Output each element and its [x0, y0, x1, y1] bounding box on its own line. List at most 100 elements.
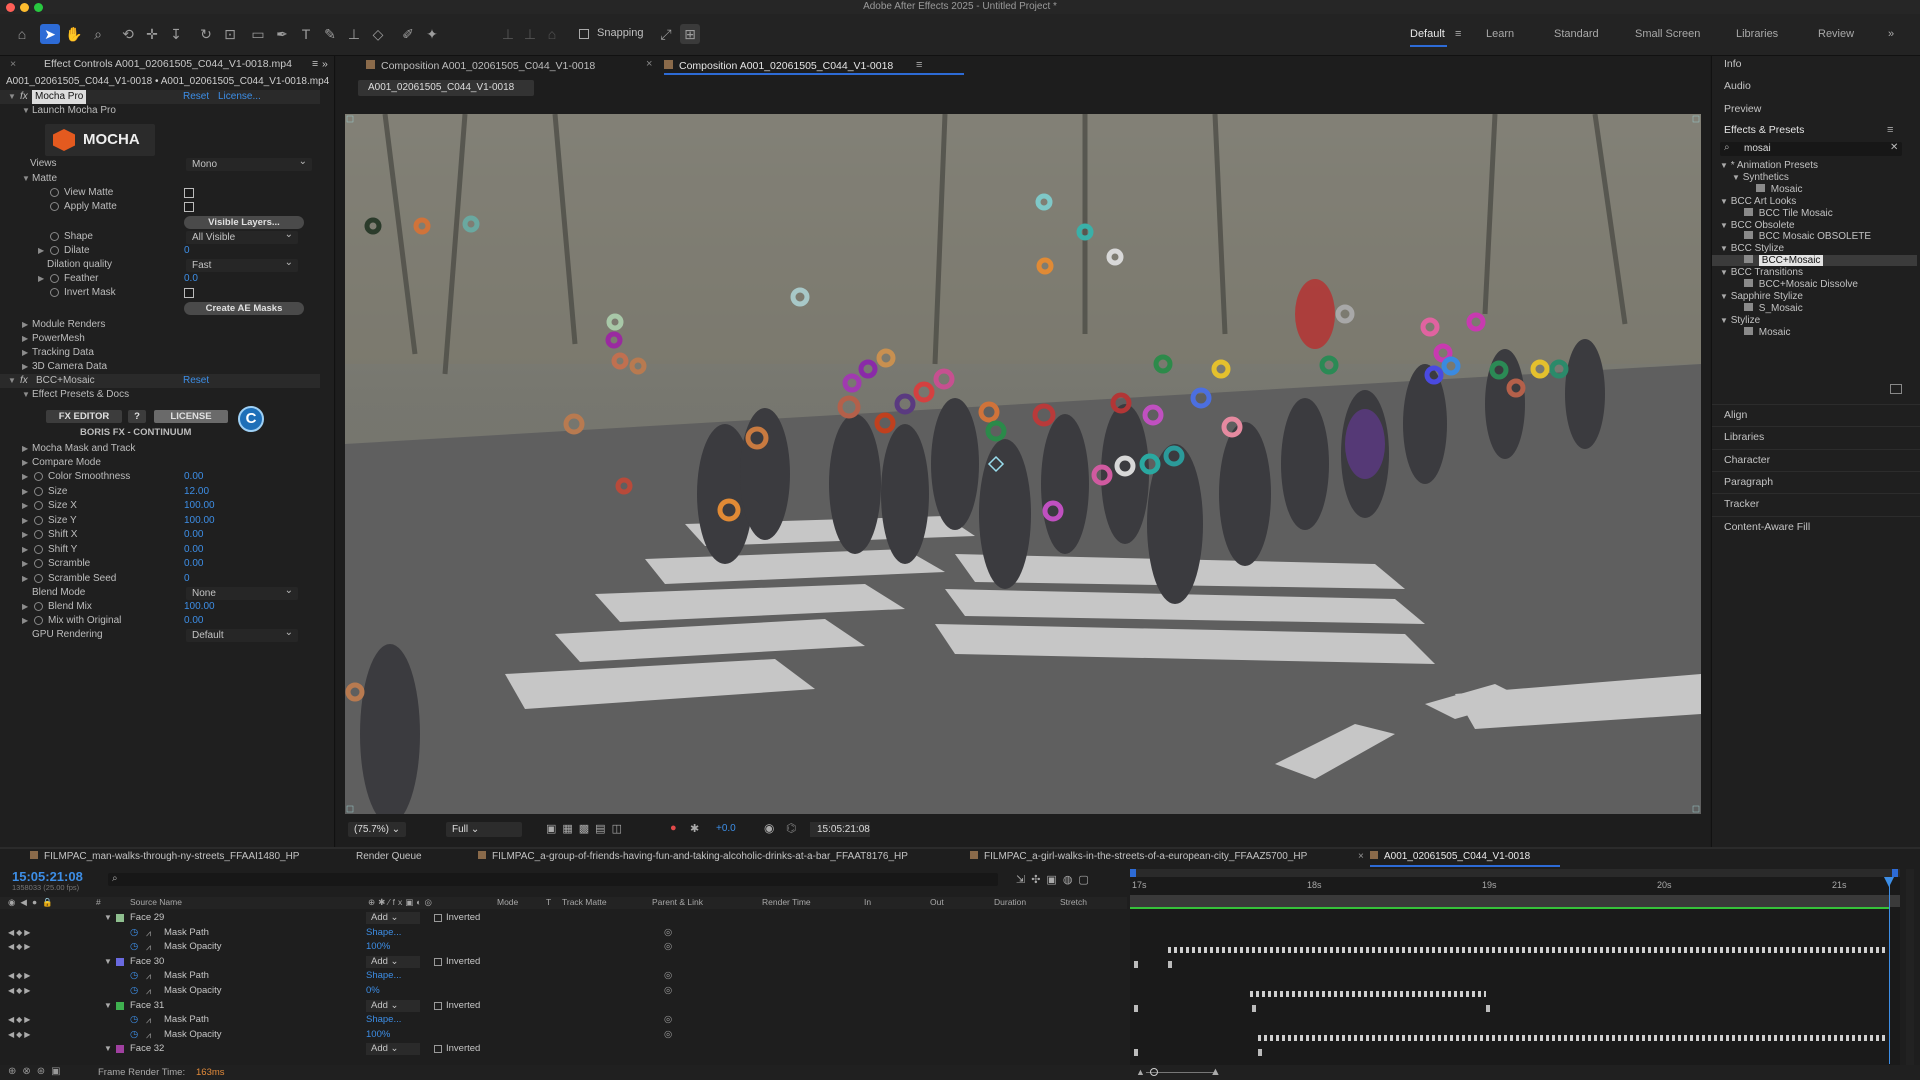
col-source-name[interactable]: Source Name: [130, 897, 182, 907]
exposure-value[interactable]: +0.0: [716, 823, 736, 834]
inverted-checkbox[interactable]: [434, 914, 442, 922]
zoom-tool-icon[interactable]: ⌕: [88, 24, 108, 44]
views-dropdown[interactable]: Mono: [186, 155, 312, 171]
inverted-checkbox[interactable]: [434, 957, 442, 966]
bcc-param-value[interactable]: 0.00: [184, 528, 203, 542]
bcc-param-value[interactable]: 0.00: [184, 470, 203, 484]
folder-arrow-icon[interactable]: ▼: [1720, 292, 1728, 301]
property-row[interactable]: ◀◆▶ ◷ ⩘ Mask Path Shape... ◎: [0, 926, 1127, 940]
rotate-tool-icon[interactable]: ↻: [196, 24, 216, 44]
effects-item[interactable]: Mosaic: [1712, 326, 1917, 338]
rectangle-tool-icon[interactable]: ▭: [248, 24, 268, 44]
create-ae-masks-button[interactable]: Create AE Masks: [184, 302, 304, 315]
effects-folder[interactable]: ▼ Sapphire Stylize: [1712, 291, 1917, 302]
view-matte-checkbox[interactable]: [184, 188, 194, 198]
stopwatch-icon[interactable]: [50, 232, 59, 241]
work-area-end[interactable]: [1892, 869, 1898, 877]
bcc-param-value[interactable]: 12.00: [184, 485, 209, 499]
keyframe-nav-icons[interactable]: ◀◆▶: [8, 926, 32, 940]
mask-mode-dropdown[interactable]: Add ⌄: [366, 912, 420, 924]
playhead-handle-icon[interactable]: [1884, 877, 1894, 887]
layer-name[interactable]: Face 32: [130, 1042, 164, 1056]
shape-dropdown[interactable]: All Visible: [186, 228, 298, 244]
bcc-effect-name[interactable]: BCC+Mosaic: [36, 374, 95, 388]
panel-header-tracker[interactable]: Tracker: [1724, 498, 1759, 510]
keyframes-mask-path-31[interactable]: [1258, 1035, 1888, 1041]
stopwatch-icon[interactable]: [34, 501, 43, 510]
stopwatch-icon[interactable]: ◷: [130, 969, 138, 983]
mocha-license-link[interactable]: License...: [218, 90, 261, 104]
brush-tool-icon[interactable]: ✎: [320, 24, 340, 44]
expand-arrow-icon[interactable]: ▶: [22, 528, 28, 542]
property-value[interactable]: 100%: [366, 1028, 390, 1042]
property-value[interactable]: Shape...: [366, 969, 401, 983]
timeline-search-box[interactable]: ⌕: [108, 873, 998, 886]
label-color-swatch[interactable]: [116, 1045, 124, 1054]
stopwatch-icon[interactable]: [50, 188, 59, 197]
axis-view-icon[interactable]: ⌂: [542, 24, 562, 44]
mask-mode-dropdown[interactable]: Add ⌄: [366, 1043, 420, 1056]
layer-name[interactable]: Face 31: [130, 999, 164, 1013]
apply-matte-checkbox[interactable]: [184, 202, 194, 212]
layer-name[interactable]: Face 29: [130, 911, 164, 925]
panel-header-align[interactable]: Align: [1724, 409, 1747, 421]
timeline-switches-icons[interactable]: ⇲✣▣◍▢: [1016, 873, 1095, 886]
timeline-tab[interactable]: Render Queue: [356, 851, 422, 862]
bcc-param-value[interactable]: 0: [184, 572, 190, 586]
blend-mode-dropdown[interactable]: None: [186, 584, 298, 600]
gpu-rendering-dropdown[interactable]: Default: [186, 626, 298, 642]
bcc-param-value[interactable]: 100.00: [184, 514, 215, 528]
stopwatch-icon[interactable]: [34, 616, 43, 625]
property-row[interactable]: ◀◆▶ ◷ ⩘ Mask Path Shape... ◎: [0, 1013, 1127, 1027]
keyframe[interactable]: [1252, 1005, 1256, 1012]
mix-original-value[interactable]: 0.00: [184, 614, 203, 628]
timeline-tab[interactable]: FILMPAC_a-group-of-friends-having-fun-an…: [478, 851, 908, 862]
zoom-window-button[interactable]: [34, 3, 43, 12]
panel-menu-icon[interactable]: ≡: [916, 59, 922, 71]
stopwatch-icon[interactable]: [34, 530, 43, 539]
invert-mask-checkbox[interactable]: [184, 288, 194, 298]
effects-item[interactable]: BCC+Mosaic Dissolve: [1712, 279, 1917, 290]
effects-item[interactable]: BCC Mosaic OBSOLETE: [1712, 231, 1917, 242]
close-tab-icon[interactable]: ×: [10, 56, 16, 73]
stopwatch-icon[interactable]: [34, 573, 43, 583]
panel-menu-icon[interactable]: ≡: [1887, 124, 1893, 136]
info-panel-header[interactable]: Info: [1724, 58, 1742, 70]
fx-icon[interactable]: fx: [20, 374, 28, 388]
panel-header-content-aware-fill[interactable]: Content-Aware Fill: [1724, 521, 1810, 533]
pan-camera-icon[interactable]: ✛: [142, 24, 162, 44]
expand-arrow-icon[interactable]: ▶: [22, 572, 28, 586]
eraser-tool-icon[interactable]: ◇: [368, 24, 388, 44]
property-value[interactable]: 0%: [366, 984, 380, 998]
effect-controls-tab[interactable]: Effect Controls A001_02061505_C044_V1-00…: [44, 56, 292, 73]
zoom-dropdown[interactable]: (75.7%) ⌄: [348, 822, 406, 837]
effects-item[interactable]: BCC+Mosaic: [1712, 255, 1917, 267]
composition-subtab[interactable]: A001_02061505_C044_V1-0018: [358, 80, 534, 96]
folder-arrow-icon[interactable]: ▼: [1720, 161, 1728, 170]
folder-arrow-icon[interactable]: ▼: [1720, 197, 1728, 206]
dilation-quality-dropdown[interactable]: Fast: [186, 256, 298, 272]
graph-icon[interactable]: ⩘: [146, 940, 151, 954]
exposure-reset-icon[interactable]: ✱: [690, 822, 699, 835]
folder-arrow-icon[interactable]: ▼: [1732, 173, 1740, 182]
dolly-camera-icon[interactable]: ↧: [166, 24, 186, 44]
timeline-timecode[interactable]: 15:05:21:08: [12, 869, 83, 884]
zoom-slider-thumb[interactable]: [1150, 1068, 1158, 1076]
timeline-graph-area[interactable]: 17s 18s 19s 20s 21s: [1130, 869, 1900, 1065]
property-value[interactable]: 100%: [366, 940, 390, 954]
help-button[interactable]: ?: [128, 410, 146, 423]
expand-arrow-icon[interactable]: ▶: [22, 543, 28, 557]
resolution-dropdown[interactable]: Full ⌄: [446, 822, 522, 837]
work-area-bar[interactable]: [1130, 869, 1900, 877]
layer-row[interactable]: ▼ Face 29 Add ⌄ Inverted: [0, 911, 1127, 925]
snap-edge-icon[interactable]: ⤢: [656, 24, 676, 44]
twirl-arrow-icon[interactable]: ▼: [104, 911, 112, 925]
stopwatch-icon[interactable]: [34, 559, 43, 568]
footer-toggle-icons[interactable]: ⊕⊗⊛▣: [8, 1066, 67, 1077]
snapshot-camera-icon[interactable]: ◉: [764, 821, 774, 835]
bcc-param-value[interactable]: 0.00: [184, 557, 203, 571]
search-input[interactable]: mosai: [1744, 143, 1771, 154]
property-row[interactable]: ◀◆▶ ◷ ⩘ Mask Path Shape... ◎: [0, 969, 1127, 983]
keyframe[interactable]: [1134, 1005, 1138, 1012]
workspace-review[interactable]: Review: [1818, 28, 1854, 40]
